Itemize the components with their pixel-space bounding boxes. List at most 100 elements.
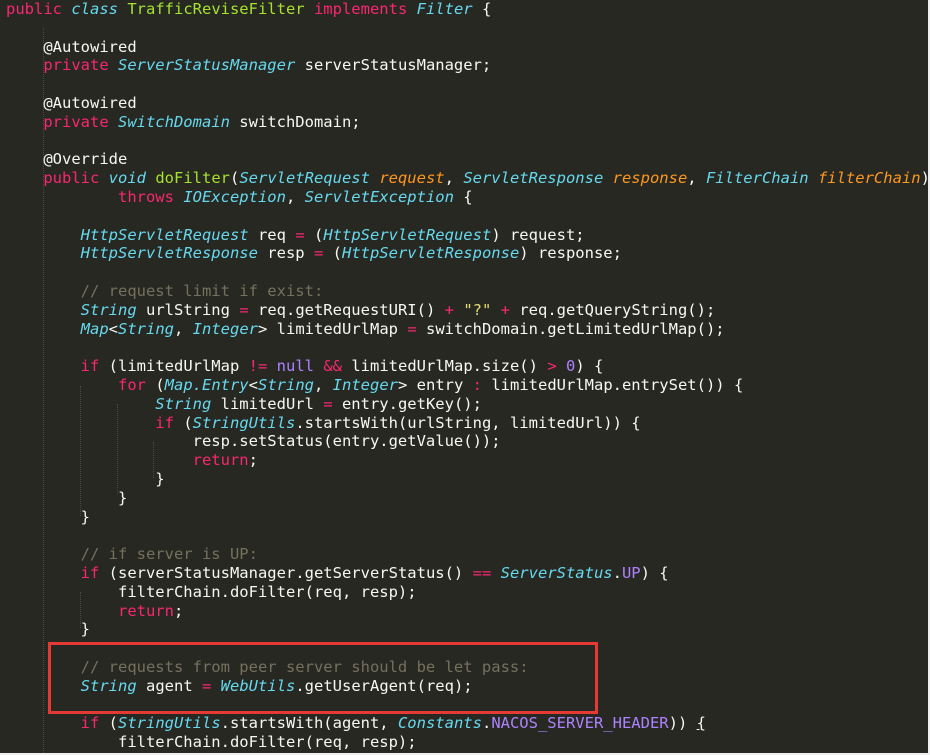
code-token: > limitedUrlMap [258,319,408,338]
code-line[interactable]: String limitedUrl = entry.getKey(); [6,395,930,414]
code-token: { [472,0,492,18]
code-line[interactable] [6,526,930,545]
code-line[interactable]: return; [6,451,930,470]
code-line[interactable]: } [6,508,930,527]
highlight-box [48,642,598,714]
code-content[interactable]: public class TrafficReviseFilter impleme… [6,0,930,752]
code-line[interactable]: // if server is UP: [6,545,930,564]
code-token: @Override [6,150,128,169]
code-line[interactable]: // request limit if exist: [6,282,930,301]
code-line[interactable]: HttpServletResponse resp = (HttpServletR… [6,244,930,263]
code-line[interactable] [6,338,930,357]
code-line[interactable]: throws IOException, ServletException { [6,188,930,207]
code-line[interactable]: resp.setStatus(entry.getValue()); [6,432,930,451]
code-line[interactable]: if (StringUtils.startsWith(urlString, li… [6,414,930,433]
code-line[interactable] [6,19,930,38]
code-line[interactable]: public class TrafficReviseFilter impleme… [6,0,930,19]
code-line[interactable]: if (StringUtils.startsWith(agent, Consta… [6,714,930,733]
code-token: response [612,169,688,188]
code-token: ) { [640,563,669,582]
code-token: resp.setStatus(entry.getValue()); [6,432,501,451]
code-token: doFilter [155,169,230,188]
code-token: String [258,375,314,394]
code-line[interactable]: filterChain.doFilter(req, resp); [6,733,930,752]
code-line[interactable]: @Autowired [6,94,930,113]
code-token: + [444,300,454,319]
code-line[interactable]: @Autowired [6,38,930,57]
code-token: StringUtils [118,714,221,733]
code-token: String [6,300,137,319]
code-token: entry.getKey(); [332,394,482,413]
code-line[interactable]: for (Map.Entry<String, Integer> entry : … [6,376,930,395]
code-token: null [276,357,314,376]
code-token: , [174,319,193,338]
code-token: @Autowired [6,37,137,56]
code-line[interactable]: return; [6,602,930,621]
code-token: && [323,357,342,376]
code-line[interactable]: if (limitedUrlMap != null && limitedUrlM… [6,357,930,376]
code-token: .startsWith(agent, [220,714,398,733]
code-line[interactable] [6,75,930,94]
code-token: // request limit if exist: [6,281,324,300]
code-token: serverStatusManager; [295,56,492,75]
code-token: HttpServletRequest [323,225,492,244]
code-token: private [6,56,118,75]
code-token: implements [313,0,417,18]
code-token: public [6,169,109,188]
code-token: limitedUrlMap.size() [342,357,548,376]
code-token: (limitedUrlMap [99,357,249,376]
code-token: > [547,357,557,376]
code-token: NACOS_SERVER_HEADER [491,714,669,733]
code-token: < [248,375,258,394]
code-line[interactable]: if (serverStatusManager.getServerStatus(… [6,564,930,583]
code-token: TrafficReviseFilter [127,0,314,18]
code-line[interactable]: @Override [6,150,930,169]
code-editor[interactable]: public class TrafficReviseFilter impleme… [0,0,930,755]
code-line[interactable]: String urlString = req.getRequestURI() +… [6,301,930,320]
code-line[interactable]: filterChain.doFilter(req, resp); [6,583,930,602]
code-line[interactable]: private ServerStatusManager serverStatus… [6,56,930,75]
code-token: ( [323,244,342,263]
code-line[interactable]: HttpServletRequest req = (HttpServletReq… [6,226,930,245]
code-token: ( [173,413,193,432]
code-token: Integer [192,319,258,338]
code-token: ; [173,601,184,620]
code-token: return [6,601,174,620]
code-token: + [500,300,510,319]
code-line[interactable]: } [6,620,930,639]
code-token: } [6,469,165,488]
code-token: (serverStatusManager.getServerStatus() [99,563,473,582]
code-token: = [323,394,333,413]
code-line[interactable]: public void doFilter(ServletRequest requ… [6,169,930,188]
code-token: HttpServletResponse [6,244,258,263]
code-line[interactable]: } [6,489,930,508]
code-token: , [444,169,464,188]
code-token: = [295,225,305,244]
code-line[interactable]: } [6,470,930,489]
code-token: IOException [183,187,286,206]
code-token: . [481,714,492,733]
code-token: req [248,225,296,244]
code-line[interactable] [6,207,930,226]
code-token: ( [99,714,118,733]
code-line[interactable] [6,263,930,282]
code-token: = [239,300,249,319]
code-token: < [108,319,118,338]
code-token: private [6,112,118,131]
code-line[interactable] [6,132,930,151]
code-token: switchDomain.getLimitedUrlMap(); [416,319,725,338]
code-token: if [6,357,100,376]
code-token: @Autowired [6,93,137,112]
code-line[interactable]: private SwitchDomain switchDomain; [6,113,930,132]
code-line[interactable]: Map<String, Integer> limitedUrlMap = swi… [6,320,930,339]
code-token: , [285,187,305,206]
code-token: request [379,169,445,188]
code-token: > entry [398,375,473,394]
code-token: . [612,563,622,582]
code-token: filterChain [817,169,921,188]
code-token: switchDomain; [229,112,361,131]
